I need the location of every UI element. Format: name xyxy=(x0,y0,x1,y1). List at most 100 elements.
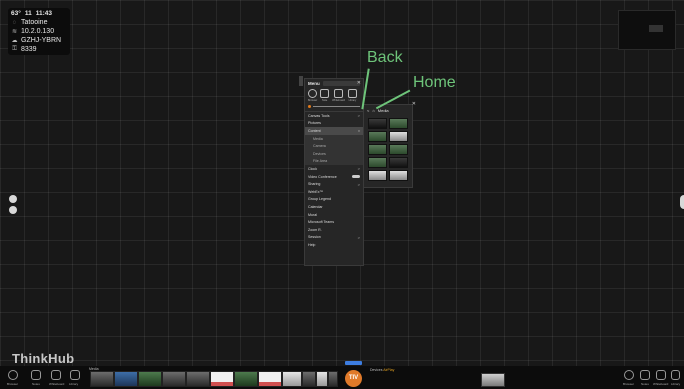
back-button[interactable]: < xyxy=(367,108,369,113)
main-menu: Menu ✕ Browser Note Whiteboard Library C… xyxy=(304,78,364,266)
right-handle[interactable] xyxy=(680,195,684,209)
menu-note-button[interactable]: Note xyxy=(320,89,330,102)
content-thumbnail[interactable] xyxy=(368,118,387,129)
content-thumbnail[interactable] xyxy=(389,170,408,181)
wifi-icon: ≋ xyxy=(11,29,18,35)
menu-item-group-legend[interactable]: Group Legend xyxy=(305,196,363,204)
notes-icon[interactable] xyxy=(31,370,41,380)
content-thumbnail[interactable] xyxy=(389,144,408,155)
content-thumbnail[interactable] xyxy=(368,157,387,168)
media-thumbnail[interactable] xyxy=(186,371,210,387)
menu-icon-label: Note xyxy=(322,99,328,102)
menu-item-label: Group Legend xyxy=(308,197,331,202)
menu-item-pictures[interactable]: Pictures xyxy=(305,120,363,128)
library-icon[interactable] xyxy=(70,370,80,380)
menu-item-devices[interactable]: Devices xyxy=(305,149,363,158)
menu-browser-button[interactable]: Browser xyxy=(308,89,317,102)
content-thumbnail[interactable] xyxy=(368,144,387,155)
media-thumbnail[interactable] xyxy=(328,371,338,387)
menu-search-input[interactable] xyxy=(322,81,360,86)
chevron-icon: > xyxy=(357,234,360,240)
content-thumbnail[interactable] xyxy=(389,131,408,142)
menu-item-webex[interactable]: WebEx™ xyxy=(305,188,363,196)
weather-temperature: 63° xyxy=(11,10,21,17)
menu-item-label: Devices xyxy=(313,151,326,156)
menu-item-microsoft-teams[interactable]: Microsoft Teams xyxy=(305,218,363,226)
menu-item-content[interactable]: Content v xyxy=(305,127,363,135)
zoom-slider[interactable] xyxy=(305,103,363,111)
media-thumbnail[interactable] xyxy=(90,371,114,387)
media-thumbnail[interactable] xyxy=(282,371,302,387)
menu-item-help[interactable]: Help xyxy=(305,241,363,249)
menu-item-label: Canvas Tools xyxy=(308,113,330,118)
content-thumbnail[interactable] xyxy=(389,118,408,129)
tiv-launcher-button[interactable]: TIV xyxy=(345,370,362,387)
menu-item-camera[interactable]: Camera xyxy=(305,142,363,150)
content-title: Media xyxy=(377,108,389,113)
video-conference-toggle[interactable] xyxy=(352,175,360,179)
menu-item-label: WebEx™ xyxy=(308,189,324,194)
browser-icon-right[interactable] xyxy=(624,370,634,380)
content-header: < ⌂ Media xyxy=(364,105,412,116)
menu-icon-label: Whiteboard xyxy=(332,99,345,102)
pin-label: 8339 xyxy=(21,46,37,53)
whiteboard-icon[interactable] xyxy=(51,370,61,380)
content-thumbnail[interactable] xyxy=(368,170,387,181)
menu-item-sharing[interactable]: Sharing > xyxy=(305,180,363,188)
menu-item-label: Help xyxy=(308,242,316,247)
content-close-icon[interactable]: ✕ xyxy=(412,101,416,107)
menu-item-label: File Area xyxy=(313,159,328,164)
menu-whiteboard-button[interactable]: Whiteboard xyxy=(332,89,345,102)
home-button[interactable]: ⌂ xyxy=(372,108,374,113)
status-header: 63° 11 11:43 xyxy=(11,10,67,17)
menu-item-clock[interactable]: Clock > xyxy=(305,165,363,173)
left-handle-top[interactable] xyxy=(9,195,17,203)
media-thumbnail[interactable] xyxy=(302,371,316,387)
menu-item-mural[interactable]: Mural xyxy=(305,211,363,219)
menu-item-calendar[interactable]: Calendar xyxy=(305,203,363,211)
media-thumbnail[interactable] xyxy=(258,371,282,387)
media-thumbnail[interactable] xyxy=(210,371,234,387)
library-icon xyxy=(347,89,357,98)
media-thumbnail[interactable] xyxy=(316,371,328,387)
notes-label-right: Notes xyxy=(641,382,649,386)
date-label: 11 xyxy=(24,10,32,17)
notes-icon-right[interactable] xyxy=(640,370,650,380)
location-row: ◌ Tatooine xyxy=(11,19,67,26)
menu-item-session[interactable]: Session > xyxy=(305,234,363,242)
media-thumbnail[interactable] xyxy=(114,371,138,387)
menu-item-file-area[interactable]: File Area xyxy=(305,157,363,166)
chevron-icon: > xyxy=(357,166,360,172)
slider-track[interactable] xyxy=(313,106,360,107)
device-thumbnail[interactable] xyxy=(481,373,505,387)
whiteboard-icon xyxy=(334,89,344,98)
menu-close-icon[interactable]: ✕ xyxy=(357,80,361,86)
menu-item-media[interactable]: Media xyxy=(305,134,363,143)
browser-icon[interactable] xyxy=(8,370,18,380)
media-thumbnail[interactable] xyxy=(162,371,186,387)
media-thumbnail[interactable] xyxy=(234,371,258,387)
ip-label: 10.2.0.130 xyxy=(21,28,55,35)
minimap-viewport[interactable] xyxy=(649,25,663,32)
menu-item-label: Microsoft Teams xyxy=(308,220,335,225)
devices-label: Devices xyxy=(370,368,383,372)
content-thumbnail[interactable] xyxy=(368,131,387,142)
cloud-icon: ☁ xyxy=(11,38,18,44)
menu-item-video-conference[interactable]: Video Conference xyxy=(305,173,363,181)
devices-tray-label: Devices AirPlay xyxy=(370,368,394,372)
slider-handle[interactable] xyxy=(308,105,311,108)
menu-drag-handle[interactable] xyxy=(299,76,303,86)
menu-icon-label: Library xyxy=(348,99,357,102)
left-handle-bottom[interactable] xyxy=(9,206,17,214)
whiteboard-icon-right[interactable] xyxy=(656,370,666,380)
menu-library-button[interactable]: Library xyxy=(347,89,357,102)
content-thumbnail[interactable] xyxy=(389,157,408,168)
airplay-badge: AirPlay xyxy=(383,368,395,372)
launcher-tab[interactable] xyxy=(345,361,362,365)
media-thumbnail[interactable] xyxy=(138,371,162,387)
menu-item-label: Pictures xyxy=(308,121,321,126)
menu-item-canvas-tools[interactable]: Canvas Tools > xyxy=(305,112,363,120)
library-icon-right[interactable] xyxy=(671,370,680,380)
menu-item-zoom-r[interactable]: Zoom R. xyxy=(305,226,363,234)
canvas-minimap[interactable] xyxy=(618,10,676,50)
